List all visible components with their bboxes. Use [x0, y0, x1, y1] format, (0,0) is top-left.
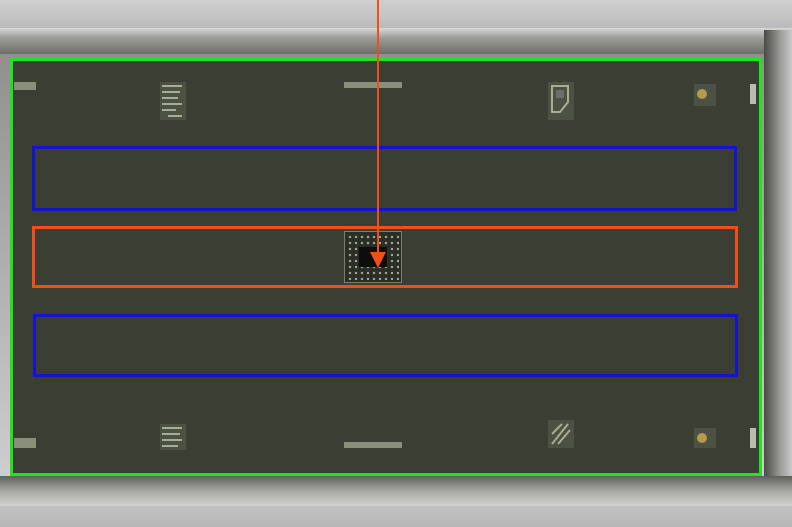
top-rail — [0, 28, 792, 54]
fiducial-mark-icon — [548, 82, 574, 120]
pad-strip-top-left — [14, 82, 36, 90]
bottom-rail — [0, 476, 792, 506]
chip-core — [359, 247, 387, 267]
pad-strip-top-right — [750, 84, 756, 104]
pad-strip-bottom-right — [750, 428, 756, 448]
right-rail — [764, 30, 792, 490]
fiducial-mark-icon — [160, 424, 186, 450]
lane-box-bottom — [33, 314, 738, 377]
fiducial-mark-icon — [694, 84, 716, 106]
lane-box-top — [32, 146, 737, 211]
fiducial-mark-icon — [694, 428, 716, 448]
circuit-chip-icon — [344, 231, 402, 283]
pad-strip-top-center — [344, 82, 402, 88]
fiducial-mark-icon — [160, 82, 186, 120]
inspection-view — [0, 0, 792, 527]
pad-strip-bottom-left — [14, 438, 36, 448]
pad-strip-bottom-center — [344, 442, 402, 448]
fiducial-mark-icon — [548, 420, 574, 448]
